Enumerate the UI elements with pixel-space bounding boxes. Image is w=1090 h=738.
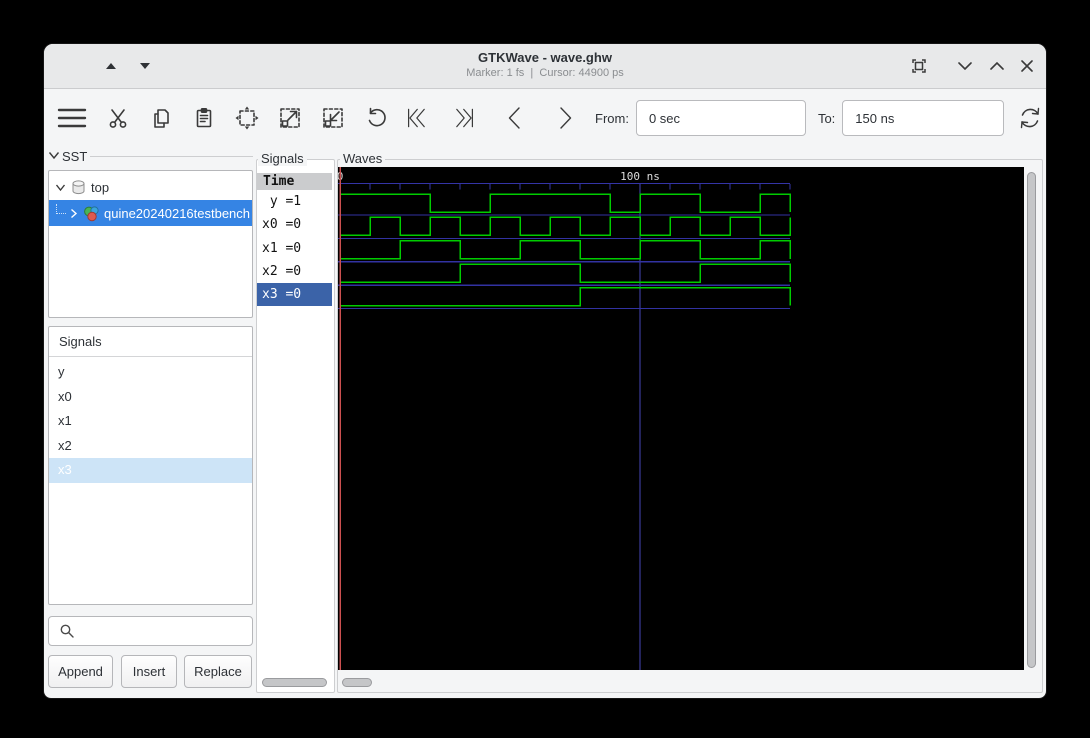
search-input[interactable] xyxy=(81,622,261,640)
chevron-down-icon xyxy=(958,62,972,70)
svg-text:100 ns: 100 ns xyxy=(620,170,660,183)
chevron-up-icon xyxy=(990,62,1004,70)
waves-hscrollbar-thumb[interactable] xyxy=(342,678,372,687)
scroll-down-button[interactable] xyxy=(134,56,156,76)
jump-to-start-button[interactable] xyxy=(406,105,432,131)
paste-button[interactable] xyxy=(191,105,217,131)
jump-to-end-button[interactable] xyxy=(449,105,475,131)
signal-value-row-x0[interactable]: x0 =0 xyxy=(257,213,332,236)
cut-icon xyxy=(109,109,127,128)
from-label: From: xyxy=(595,110,629,126)
waves-frame-label: Waves xyxy=(340,151,386,166)
signal-list-item-x0[interactable]: x0 xyxy=(49,385,252,410)
chevron-right-icon xyxy=(560,107,572,129)
fit-window-icon xyxy=(912,59,926,73)
signal-list-item-x1[interactable]: x1 xyxy=(49,409,252,434)
sst-frame-line xyxy=(89,156,253,157)
wave-canvas[interactable]: 0100 ns xyxy=(338,167,1024,670)
expander-right-icon[interactable] xyxy=(68,208,79,219)
signal-list-header: Signals xyxy=(49,327,252,357)
signal-value-row-x2[interactable]: x2 =0 xyxy=(257,260,332,283)
db-icon xyxy=(72,179,85,194)
triangle-down-icon xyxy=(140,63,150,69)
signals-frame-label: Signals xyxy=(258,151,307,166)
signal-value-row-y[interactable]: y =1 xyxy=(257,190,332,213)
reload-button[interactable] xyxy=(1017,105,1043,131)
jump-to-end-icon xyxy=(456,108,474,128)
toolbar: From: To: xyxy=(44,89,1046,147)
minimize-button[interactable] xyxy=(954,56,976,76)
signal-list-item-x2[interactable]: x2 xyxy=(49,434,252,459)
zoom-fit-icon xyxy=(235,106,259,130)
signal-list-panel: Signals y x0 x1 x2 x3 xyxy=(48,326,253,605)
window-title: GTKWave - wave.ghw xyxy=(478,50,612,65)
menu-icon xyxy=(57,108,87,128)
signals-hscrollbar-thumb[interactable] xyxy=(262,678,327,687)
maximize-button[interactable] xyxy=(986,56,1008,76)
signal-list-item-y[interactable]: y xyxy=(49,360,252,385)
module-icon xyxy=(84,205,99,221)
tree-node-top[interactable]: top xyxy=(49,174,252,200)
tree-node-label: quine20240216testbench xyxy=(104,205,251,221)
desktop-background: { "window": { "title": "GTKWave - wave.g… xyxy=(0,0,1090,738)
sst-tree: top quine20240216testbench xyxy=(48,170,253,318)
gtkwave-window: GTKWave - wave.ghw Marker: 1 fs | Cursor… xyxy=(44,44,1046,698)
signals-name-pane: Time y =1 x0 =0 x1 =0 x2 =0 x3 =0 xyxy=(257,173,332,673)
copy-icon xyxy=(154,109,169,128)
append-button[interactable]: Append xyxy=(48,655,113,688)
replace-button[interactable]: Replace xyxy=(184,655,252,688)
signal-search xyxy=(48,616,261,646)
previous-edge-button[interactable] xyxy=(501,105,527,131)
zoom-in-icon xyxy=(280,108,300,128)
signal-value-row-x1[interactable]: x1 =0 xyxy=(257,237,332,260)
scroll-up-button[interactable] xyxy=(100,56,122,76)
zoom-fit-button[interactable] xyxy=(234,105,260,131)
window-subtitle: Marker: 1 fs | Cursor: 44900 ps xyxy=(466,67,624,79)
close-button[interactable] xyxy=(1016,56,1038,76)
menu-button[interactable] xyxy=(56,105,88,131)
jump-to-start-icon xyxy=(407,108,425,128)
signal-list-item-x3[interactable]: x3 xyxy=(49,458,252,483)
zoom-in-button[interactable] xyxy=(277,105,303,131)
paste-icon xyxy=(196,107,212,128)
to-input[interactable] xyxy=(842,100,1005,136)
signal-value-row-x3[interactable]: x3 =0 xyxy=(257,283,332,307)
titlebar-text: GTKWave - wave.ghw Marker: 1 fs | Cursor… xyxy=(44,49,1046,81)
waveform-plot: 0100 ns xyxy=(338,167,791,670)
close-icon xyxy=(1021,60,1033,72)
expander-down-icon[interactable] xyxy=(55,182,66,193)
from-input[interactable] xyxy=(635,100,806,136)
titlebar[interactable]: GTKWave - wave.ghw Marker: 1 fs | Cursor… xyxy=(44,44,1046,89)
reload-icon xyxy=(1021,107,1040,129)
zoom-out-icon xyxy=(323,108,343,128)
undo-button[interactable] xyxy=(363,105,389,131)
next-edge-button[interactable] xyxy=(553,105,579,131)
triangle-up-icon xyxy=(106,63,116,69)
fit-window-button[interactable] xyxy=(908,56,930,76)
cut-button[interactable] xyxy=(105,105,131,131)
search-icon xyxy=(60,624,74,638)
tree-connector xyxy=(56,204,66,214)
to-label: To: xyxy=(817,110,836,126)
chevron-left-icon xyxy=(508,107,520,129)
tree-node-label: top xyxy=(91,179,110,195)
sst-label: SST xyxy=(59,149,91,164)
waves-vscrollbar-thumb[interactable] xyxy=(1027,172,1036,668)
insert-button[interactable]: Insert xyxy=(121,655,177,688)
undo-icon xyxy=(368,107,386,127)
time-column-header: Time xyxy=(257,173,332,190)
copy-button[interactable] xyxy=(148,105,174,131)
tree-node-testbench[interactable]: quine20240216testbench xyxy=(49,200,252,226)
zoom-out-button[interactable] xyxy=(320,105,346,131)
